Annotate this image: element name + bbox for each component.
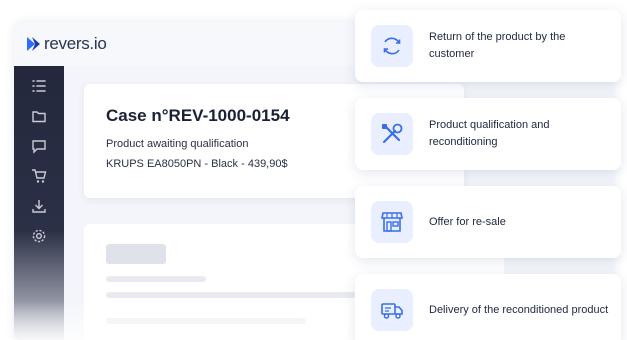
refresh-icon	[383, 37, 401, 55]
download-icon[interactable]	[31, 198, 47, 214]
step-label: Return of the product by the customer	[429, 31, 566, 60]
list-icon[interactable]	[31, 78, 47, 94]
placeholder-line	[106, 276, 206, 282]
folder-icon[interactable]	[31, 108, 47, 124]
step-delivery[interactable]: Delivery of the reconditioned product	[355, 274, 621, 340]
step-label: Delivery of the reconditioned product	[429, 303, 609, 316]
step-icon-box	[371, 25, 413, 67]
step-label: Offer for re-sale	[429, 215, 506, 228]
step-resale[interactable]: Offer for re-sale	[355, 186, 621, 258]
brand-name: revers.io	[44, 34, 107, 53]
sidebar	[14, 66, 64, 340]
store-icon	[381, 212, 403, 232]
step-qualification[interactable]: Product qualification and reconditioning	[355, 98, 621, 170]
logo[interactable]: revers.io	[26, 34, 107, 54]
step-label: Product qualification and reconditioning	[429, 119, 550, 148]
step-return[interactable]: Return of the product by the customer	[355, 10, 621, 82]
placeholder-block	[106, 244, 166, 264]
step-icon-box	[371, 201, 413, 243]
chat-icon[interactable]	[31, 138, 47, 154]
step-icon-box	[371, 113, 413, 155]
step-icon-box	[371, 289, 413, 331]
logo-mark-icon	[27, 37, 40, 51]
gear-icon[interactable]	[31, 228, 47, 244]
tools-icon	[382, 123, 403, 144]
placeholder-line	[106, 292, 356, 298]
truck-icon	[381, 303, 403, 319]
cart-icon[interactable]	[31, 168, 47, 184]
